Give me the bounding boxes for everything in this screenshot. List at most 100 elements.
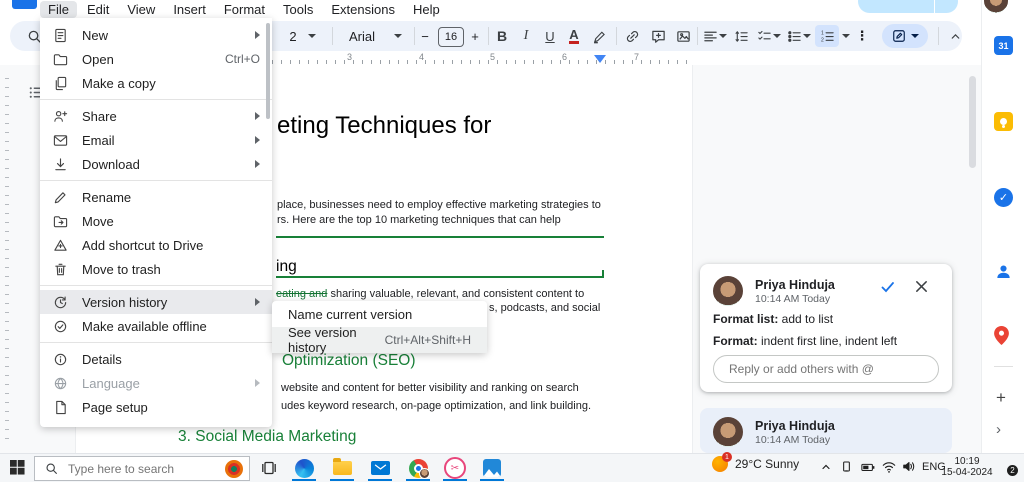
line-spacing-icon[interactable] <box>730 21 752 51</box>
resolve-check-icon[interactable] <box>880 279 896 300</box>
font-size-input[interactable]: 16 <box>438 27 464 47</box>
menu-extensions[interactable]: Extensions <box>323 1 403 18</box>
mail-icon[interactable] <box>369 457 391 479</box>
document-scrollbar[interactable] <box>969 76 976 168</box>
maps-icon[interactable] <box>994 326 1013 345</box>
add-addon-icon[interactable]: + <box>996 388 1006 408</box>
close-icon[interactable] <box>914 279 929 299</box>
tray-volume-icon[interactable] <box>902 460 916 478</box>
submenu-arrow-icon <box>255 298 260 306</box>
suggestion-rule <box>276 270 604 278</box>
file-menu-item-language[interactable]: Language <box>40 371 272 395</box>
page-setup-icon <box>52 399 68 415</box>
file-menu-item-open[interactable]: Open Ctrl+O <box>40 47 272 71</box>
taskbar-weather[interactable]: 1 29°C Sunny <box>712 452 799 472</box>
reply-input[interactable] <box>713 355 939 383</box>
comment-card[interactable]: Priya Hinduja 10:14 AM Today <box>700 408 952 453</box>
file-menu-item-rename[interactable]: Rename <box>40 185 272 209</box>
notification-count-badge: 2 <box>1006 464 1019 477</box>
align-dropdown-icon[interactable] <box>717 21 729 51</box>
file-menu-item-details[interactable]: Details <box>40 347 272 371</box>
font-dropdown-icon[interactable] <box>392 21 404 51</box>
insert-link-icon[interactable] <box>620 21 644 51</box>
collapse-panel-chevron-icon[interactable]: › <box>996 421 1001 438</box>
tray-device-icon[interactable] <box>840 460 853 478</box>
insert-image-icon[interactable] <box>671 21 695 51</box>
menu-bar: File Edit View Insert Format Tools Exten… <box>40 0 448 18</box>
font-name-value[interactable]: Arial <box>344 21 380 51</box>
file-menu-item-download[interactable]: Download <box>40 152 272 176</box>
increase-font-button[interactable]: + <box>468 21 482 51</box>
numbered-list-dropdown-icon[interactable] <box>840 21 852 51</box>
file-explorer-icon[interactable] <box>331 457 353 479</box>
underline-button[interactable]: U <box>540 21 560 51</box>
vertical-ruler <box>5 70 9 445</box>
submenu-arrow-icon <box>255 379 260 387</box>
highlight-color-icon[interactable] <box>588 21 610 51</box>
panel-divider <box>994 366 1013 367</box>
file-menu-item-new[interactable]: New <box>40 23 272 47</box>
search-icon <box>46 463 57 474</box>
reply-input-field[interactable] <box>727 361 931 377</box>
taskbar-search-input[interactable] <box>66 460 225 477</box>
file-menu-item-page-setup[interactable]: Page setup <box>40 395 272 419</box>
doc-paragraph-line: rs. Here are the top 10 marketing techni… <box>277 214 561 226</box>
snipping-tool-icon[interactable]: ✂ <box>444 457 466 479</box>
file-menu-item-email[interactable]: Email <box>40 128 272 152</box>
keep-icon[interactable] <box>994 112 1013 131</box>
taskbar-search-box[interactable] <box>34 456 250 481</box>
paragraph-style-value[interactable]: 2 <box>286 21 300 51</box>
edge-icon[interactable] <box>293 457 315 479</box>
calendar-icon[interactable]: 31 <box>994 36 1013 55</box>
start-button[interactable] <box>10 460 25 475</box>
comment-card[interactable]: Priya Hinduja 10:14 AM Today Format list… <box>700 264 952 392</box>
bold-button[interactable]: B <box>492 21 512 51</box>
file-menu-item-make-available-offline[interactable]: Make available offline <box>40 314 272 338</box>
numbered-list-icon[interactable]: 12 <box>815 25 839 47</box>
file-menu-item-version-history[interactable]: Version history <box>40 290 272 314</box>
submenu-item-see-version-history[interactable]: See version history Ctrl+Alt+Shift+H <box>272 325 487 355</box>
share-button[interactable] <box>858 0 958 13</box>
side-panel: 31 ✓ + <box>981 0 1024 453</box>
file-menu-item-move-to-trash[interactable]: Move to trash <box>40 257 272 281</box>
file-menu-item-move[interactable]: Move <box>40 209 272 233</box>
editing-mode-button[interactable] <box>882 24 928 48</box>
indent-marker[interactable] <box>594 55 606 63</box>
menu-insert[interactable]: Insert <box>165 1 214 18</box>
menu-file[interactable]: File <box>40 0 77 18</box>
file-menu-item-share[interactable]: Share <box>40 104 272 128</box>
text-color-button[interactable]: A <box>564 21 584 51</box>
decrease-font-button[interactable]: − <box>418 21 432 51</box>
chrome-icon[interactable] <box>407 457 430 479</box>
tray-chevron-up-icon[interactable] <box>820 460 832 478</box>
comment-body-line: Format list: add to list <box>713 312 834 326</box>
menu-format[interactable]: Format <box>216 1 273 18</box>
menu-help[interactable]: Help <box>405 1 448 18</box>
contacts-icon[interactable] <box>994 262 1013 281</box>
paragraph-style-dropdown-icon[interactable] <box>306 21 318 51</box>
task-view-icon[interactable] <box>258 457 280 479</box>
bulleted-list-dropdown-icon[interactable] <box>801 21 813 51</box>
checklist-dropdown-icon[interactable] <box>771 21 783 51</box>
menu-edit[interactable]: Edit <box>79 1 117 18</box>
tray-battery-icon[interactable] <box>861 460 875 478</box>
menu-view[interactable]: View <box>119 1 163 18</box>
menu-tools[interactable]: Tools <box>275 1 321 18</box>
new-document-icon <box>52 27 68 43</box>
tasks-icon[interactable]: ✓ <box>994 188 1013 207</box>
italic-button[interactable]: I <box>516 21 536 51</box>
rename-pencil-icon <box>52 189 68 205</box>
more-options-icon[interactable]: ⋮ <box>856 21 869 51</box>
photos-icon[interactable] <box>481 457 503 479</box>
collapse-toolbar-icon[interactable] <box>944 21 966 51</box>
file-menu-item-add-shortcut-to-drive[interactable]: Add shortcut to Drive <box>40 233 272 257</box>
menu-separator <box>40 338 272 347</box>
toolbar-separator <box>938 27 939 45</box>
add-comment-icon[interactable] <box>646 21 670 51</box>
doc-paragraph-line: udes keyword research, on-page optimizat… <box>281 400 592 412</box>
submenu-item-name-current-version[interactable]: Name current version <box>272 301 487 327</box>
tray-clock[interactable]: 10:19 15-04-2024 <box>938 456 996 478</box>
tray-wifi-icon[interactable] <box>882 460 896 478</box>
file-menu-scrollbar[interactable] <box>266 23 270 119</box>
file-menu-item-make-a-copy[interactable]: Make a copy <box>40 71 272 95</box>
